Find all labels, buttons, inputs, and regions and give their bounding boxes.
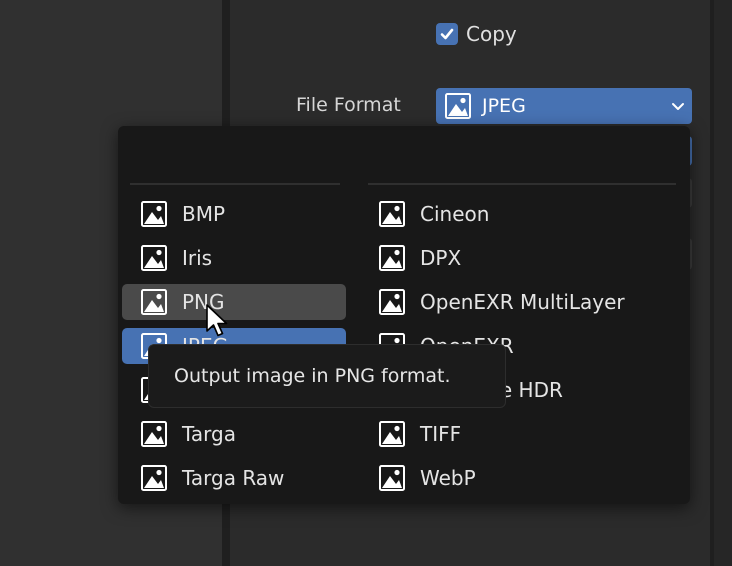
file-format-value: JPEG [482,95,526,117]
menu-item-webp[interactable]: WebP [360,460,680,496]
menu-item-dpx[interactable]: DPX [360,240,680,276]
menu-item-label: BMP [182,202,226,226]
menu-item-targa[interactable]: Targa [122,416,346,452]
image-icon [140,420,168,448]
menu-item-targa-raw[interactable]: Targa Raw [122,460,346,496]
menu-item-label: Cineon [420,202,490,226]
image-icon [378,288,406,316]
image-icon [140,200,168,228]
menu-item-png[interactable]: PNG [122,284,346,320]
image-icon [378,200,406,228]
file-format-dropdown[interactable]: JPEG [436,88,692,124]
copy-checkbox[interactable] [436,23,458,45]
tooltip: Output image in PNG format. [148,344,506,408]
menu-item-label: Targa Raw [182,466,285,490]
copy-option[interactable]: Copy [436,22,517,46]
menu-separator-right [368,183,676,185]
file-format-menu: BMPIrisPNGJPEGJPEG 2000TargaTarga RawCin… [118,126,690,504]
image-icon [140,244,168,272]
chevron-down-icon [672,103,684,110]
right-scroll-gutter [714,0,732,566]
panel-divider-right [710,0,714,566]
image-icon [378,244,406,272]
menu-item-tiff[interactable]: TIFF [360,416,680,452]
file-format-label: File Format [296,94,401,116]
image-icon [378,420,406,448]
menu-item-label: WebP [420,466,476,490]
menu-item-openexr-multilayer[interactable]: OpenEXR MultiLayer [360,284,680,320]
menu-item-label: Targa [182,422,236,446]
menu-item-label: OpenEXR MultiLayer [420,290,625,314]
image-icon [140,288,168,316]
copy-label: Copy [466,22,517,46]
mouse-cursor-icon [206,304,228,337]
image-icon [378,464,406,492]
menu-item-label: Iris [182,246,213,270]
tooltip-text: Output image in PNG format. [174,365,451,387]
menu-item-iris[interactable]: Iris [122,240,346,276]
image-icon [140,464,168,492]
menu-item-label: DPX [420,246,462,270]
menu-item-cineon[interactable]: Cineon [360,196,680,232]
menu-item-bmp[interactable]: BMP [122,196,346,232]
checkmark-icon [440,28,454,40]
menu-item-label: TIFF [420,422,462,446]
image-icon [445,93,471,119]
menu-separator-left [130,183,340,185]
